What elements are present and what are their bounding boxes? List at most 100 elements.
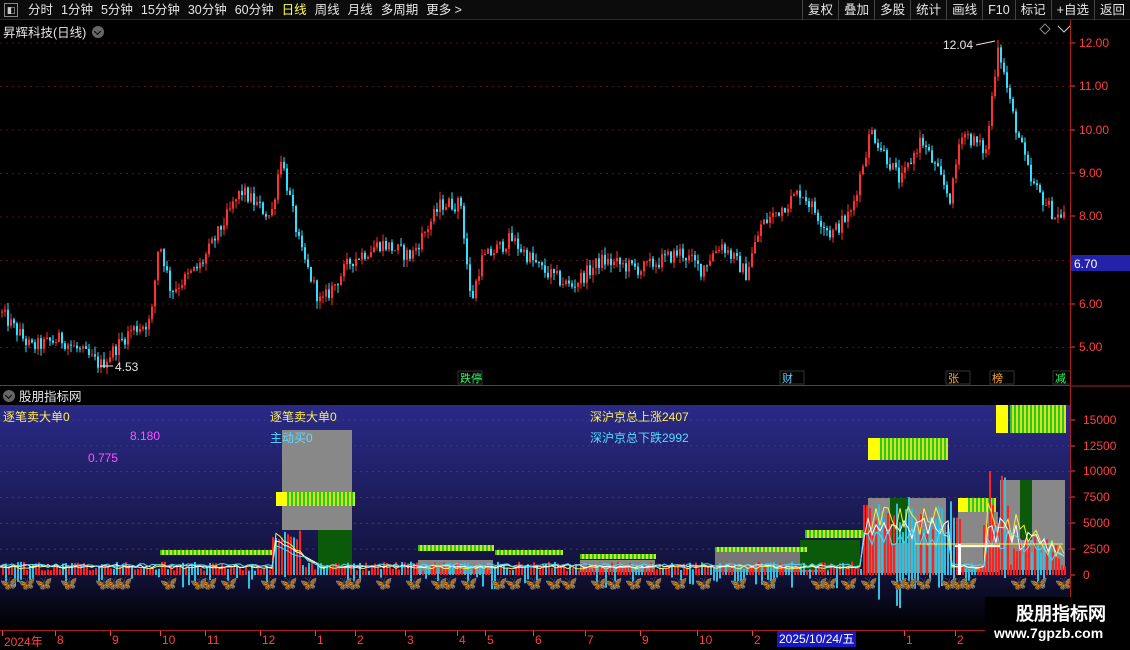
price-chart-panel[interactable]: 昇辉科技(日线) 12.04 4.53 跌停财张榜减 — [0, 20, 1130, 386]
volume-bar — [254, 570, 256, 575]
candle-body — [340, 276, 342, 286]
candle-body — [943, 174, 945, 185]
candle-body — [679, 248, 681, 256]
candle-body — [988, 126, 990, 150]
time-axis-tick: 10 — [699, 633, 713, 647]
volume-bar — [416, 562, 418, 575]
candle-body — [643, 261, 645, 272]
candle-body — [901, 172, 903, 183]
candle-body — [583, 272, 585, 283]
candle-body — [1033, 181, 1035, 184]
volume-bar — [338, 563, 340, 575]
candle-body — [862, 166, 864, 175]
candle-body — [109, 357, 111, 362]
period-tab[interactable]: 分时 — [24, 0, 57, 20]
period-tab[interactable]: 60分钟 — [231, 0, 278, 20]
volume-bar — [200, 568, 202, 575]
volume-bar — [845, 567, 847, 575]
butterfly-icon: 🦋 — [505, 575, 523, 591]
butterfly-icon: 🦋 — [625, 575, 643, 591]
toolbar-action-button[interactable]: 标记 — [1014, 0, 1051, 20]
volume-bar — [806, 569, 808, 575]
candle-body — [271, 209, 273, 216]
toolbar-action-button[interactable]: 返回 — [1093, 0, 1130, 20]
candlestick-chart[interactable]: 12.04 4.53 跌停 财 张 榜 减 — [0, 20, 1070, 386]
volume-bar — [626, 568, 628, 575]
candle-body — [808, 201, 810, 208]
period-tab[interactable]: 1分钟 — [57, 0, 97, 20]
candle-body — [703, 265, 705, 277]
period-tab[interactable]: 周线 — [311, 0, 344, 20]
toolbar-action-button[interactable]: 多股 — [874, 0, 910, 20]
period-tab[interactable]: 5分钟 — [97, 0, 137, 20]
volume-bar — [545, 563, 547, 575]
period-tab[interactable]: 月线 — [344, 0, 377, 20]
period-tab[interactable]: 15分钟 — [137, 0, 184, 20]
low-price-label: 4.53 — [115, 360, 139, 374]
candle-body — [856, 195, 858, 202]
volume-bar — [758, 561, 760, 575]
candle-body — [409, 250, 411, 259]
volume-bar — [710, 566, 712, 575]
butterfly-icon: 🦋 — [60, 575, 78, 591]
toolbar-action-button[interactable]: 画线 — [946, 0, 982, 20]
event-tag-label: 财 — [782, 371, 793, 385]
candle-body — [760, 224, 762, 236]
candle-body — [283, 161, 285, 169]
candle-body — [1054, 217, 1056, 220]
volume-bar — [800, 565, 802, 575]
candle-body — [817, 212, 819, 221]
candle-body — [91, 354, 93, 356]
chevron-down-icon[interactable] — [3, 389, 15, 402]
candle-body — [883, 149, 885, 151]
volume-bar — [1055, 545, 1057, 575]
candle-body — [235, 199, 237, 202]
volume-bar — [614, 564, 616, 575]
volume-bar-neg — [878, 575, 880, 600]
volume-bar — [713, 567, 715, 575]
candle-body — [25, 338, 27, 346]
candle-body — [1060, 214, 1062, 218]
butterfly-icon: 🦋 — [760, 575, 778, 591]
candle-body — [712, 253, 714, 261]
volume-bar — [665, 567, 667, 575]
candle-body — [685, 257, 687, 261]
candle-body — [430, 221, 432, 230]
candle-body — [649, 258, 651, 262]
candle-body — [238, 190, 240, 200]
candle-body — [661, 254, 663, 268]
date-cursor-label: 2025/10/24/五 — [777, 631, 857, 647]
candle-body — [910, 162, 912, 164]
candle-body — [733, 253, 735, 259]
toolbar-action-button[interactable]: 叠加 — [838, 0, 874, 20]
menu-icon[interactable]: ◧ — [4, 3, 18, 17]
candle-body — [715, 251, 717, 254]
candle-body — [964, 134, 966, 138]
butterfly-icon: 🦋 — [375, 575, 393, 591]
toolbar-action-button[interactable]: F10 — [982, 0, 1015, 20]
candle-body — [796, 190, 798, 195]
candle-body — [874, 130, 876, 143]
period-tab[interactable]: 30分钟 — [184, 0, 231, 20]
volume-bar — [497, 561, 499, 575]
period-tab[interactable]: 更多 > — [422, 0, 466, 20]
candle-body — [469, 264, 471, 291]
butterfly-icon: 🦋 — [1030, 575, 1048, 591]
market-up-label: 深沪京总上涨2407 — [590, 410, 689, 424]
candle-body — [76, 345, 78, 349]
candle-body — [607, 258, 609, 265]
toolbar-action-button[interactable]: 统计 — [910, 0, 946, 20]
candle-body — [286, 168, 288, 191]
candle-body — [766, 219, 768, 223]
period-tab[interactable]: 日线 — [278, 0, 311, 20]
candle-body — [670, 251, 672, 263]
candle-body — [394, 250, 396, 252]
candle-body — [151, 306, 153, 320]
period-tab[interactable]: 多周期 — [377, 0, 423, 20]
indicator-panel[interactable]: 🦋 🦋 🦋 🦋 🦋 🦋 🦋 🦋 🦋 🦋 🦋 🦋 🦋 🦋 🦋 🦋 🦋 🦋 🦋 🦋 🦋 🦋 🦋 🦋 🦋 🦋 🦋 🦋 🦋 🦋 🦋 🦋 🦋 🦋 🦋 🦋 🦋 🦋 🦋 🦋… — [0, 405, 1070, 629]
candle-body — [757, 235, 759, 242]
candle-body — [397, 244, 399, 251]
candle-body — [181, 285, 183, 288]
toolbar-action-button[interactable]: +自选 — [1050, 0, 1094, 20]
toolbar-action-button[interactable]: 复权 — [802, 0, 838, 20]
